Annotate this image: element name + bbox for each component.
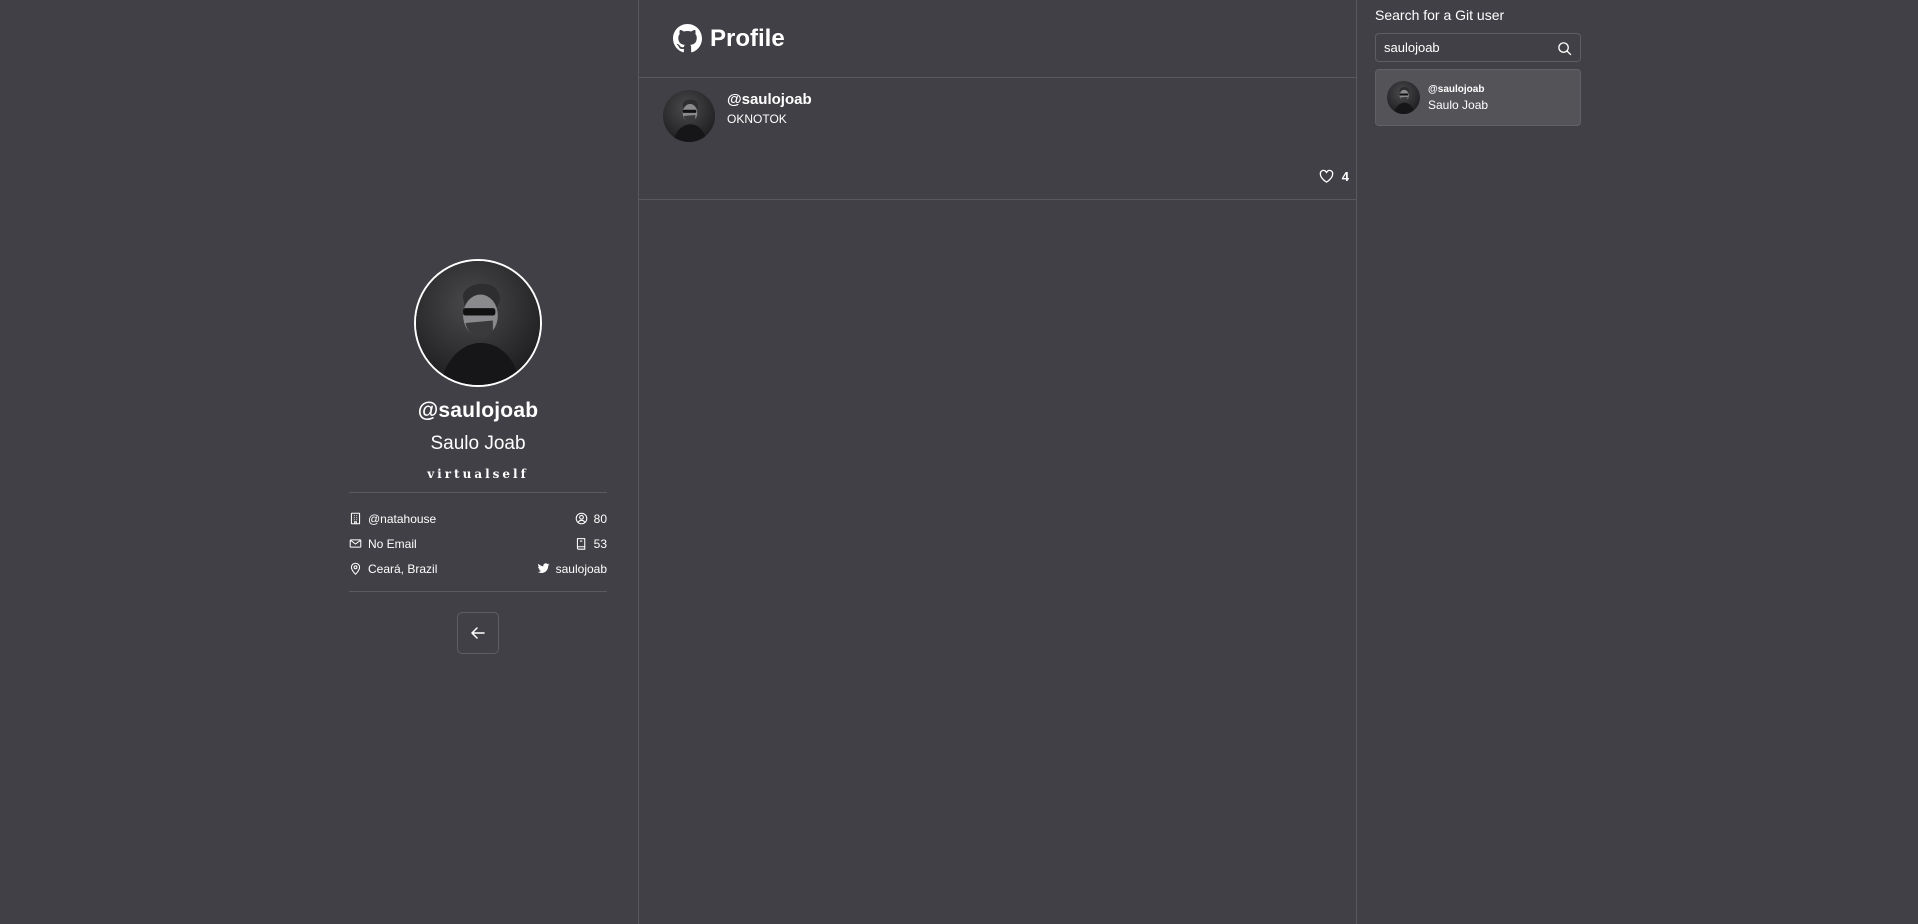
like-count: 4 [1341, 169, 1349, 184]
search-input[interactable] [1376, 34, 1580, 61]
like-button[interactable]: 4 [1319, 169, 1349, 184]
followers-count: 80 [593, 511, 607, 526]
profile-bio: virtualself [427, 467, 529, 481]
profile-info: @natahouse 80 No Email 53 Ceará, Brazil … [349, 493, 607, 591]
github-icon [673, 24, 702, 53]
company-info: @natahouse [349, 512, 436, 526]
search-icon[interactable] [1557, 41, 1572, 56]
feed-panel: Profile @saulojoab OKNOTOK 4 [638, 0, 1357, 924]
twitter-info[interactable]: saulojoab [537, 562, 607, 576]
post-avatar[interactable] [663, 90, 715, 142]
email-text: No Email [368, 536, 417, 551]
user-circle-icon [575, 512, 588, 525]
repos-count: 53 [593, 536, 607, 551]
post-username[interactable]: @saulojoab [727, 91, 812, 108]
search-box [1375, 33, 1581, 62]
email-info: No Email [349, 537, 417, 551]
result-avatar [1387, 81, 1420, 114]
back-button[interactable] [457, 612, 499, 654]
company-text: @natahouse [368, 511, 437, 526]
search-label: Search for a Git user [1375, 7, 1505, 23]
post-text: OKNOTOK [727, 112, 787, 126]
divider [349, 591, 607, 592]
location-info: Ceará, Brazil [349, 562, 437, 576]
location-text: Ceará, Brazil [368, 561, 438, 576]
page-title: Profile [710, 24, 785, 52]
info-row: Ceará, Brazil saulojoab [349, 556, 607, 581]
post-item: @saulojoab OKNOTOK 4 [639, 78, 1356, 200]
profile-username: @saulojoab [417, 399, 539, 422]
info-row: @natahouse 80 [349, 506, 607, 531]
heart-icon [1319, 169, 1334, 184]
info-row: No Email 53 [349, 531, 607, 556]
profile-card: @saulojoab Saulo Joab virtualself @natah… [349, 259, 607, 654]
search-result-item[interactable]: @saulojoab Saulo Joab [1375, 69, 1581, 126]
mail-icon [349, 537, 362, 550]
twitter-icon [537, 562, 550, 575]
book-icon [575, 537, 588, 550]
map-pin-icon [349, 562, 362, 575]
avatar [414, 259, 542, 387]
profile-name: Saulo Joab [430, 433, 526, 454]
twitter-handle: saulojoab [555, 561, 607, 576]
result-name: Saulo Joab [1428, 98, 1489, 112]
result-username: @saulojoab [1428, 84, 1485, 95]
followers-info: 80 [575, 512, 607, 526]
profile-panel: @saulojoab Saulo Joab virtualself @natah… [0, 0, 638, 924]
building-icon [349, 512, 362, 525]
repos-info: 53 [575, 537, 607, 551]
search-panel: Search for a Git user @saulojoab Saulo J… [1375, 0, 1581, 126]
page-header: Profile [639, 0, 1356, 78]
arrow-left-icon [470, 625, 486, 641]
